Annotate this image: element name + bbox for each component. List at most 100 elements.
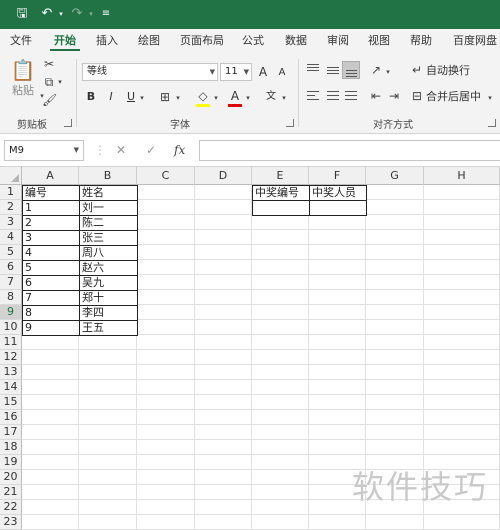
cell-h11[interactable] bbox=[424, 335, 500, 350]
table-cell[interactable]: 赵六 bbox=[79, 260, 138, 276]
cell-h3[interactable] bbox=[424, 215, 500, 230]
border-dropdown-icon[interactable]: ▾ bbox=[174, 91, 182, 105]
cell-c4[interactable] bbox=[137, 230, 195, 245]
cell-c22[interactable] bbox=[137, 500, 195, 515]
cell-d14[interactable] bbox=[195, 380, 252, 395]
cancel-icon[interactable]: ✕ bbox=[116, 143, 126, 157]
table-cell[interactable]: 李四 bbox=[79, 305, 138, 321]
table-cell[interactable]: 王五 bbox=[79, 320, 138, 336]
redo-dropdown-icon[interactable]: ▾ bbox=[86, 5, 96, 23]
shrink-font-button[interactable]: A bbox=[276, 65, 288, 81]
wrap-text-icon[interactable]: ↵ bbox=[410, 63, 424, 77]
font-color-button[interactable]: A bbox=[228, 88, 242, 104]
row-header-22[interactable]: 22 bbox=[0, 500, 22, 515]
cell-e14[interactable] bbox=[252, 380, 309, 395]
font-name-combo[interactable]: 等线 ▼ bbox=[82, 63, 218, 81]
table-cell[interactable]: 陈二 bbox=[79, 215, 138, 231]
cell-d8[interactable] bbox=[195, 290, 252, 305]
column-header-a[interactable]: A bbox=[22, 167, 79, 185]
cell-f8[interactable] bbox=[309, 290, 366, 305]
column-header-d[interactable]: D bbox=[195, 167, 252, 185]
cell-c19[interactable] bbox=[137, 455, 195, 470]
cell-e9[interactable] bbox=[252, 305, 309, 320]
cell-f10[interactable] bbox=[309, 320, 366, 335]
winner-header-cell[interactable]: 中奖人员 bbox=[309, 185, 367, 201]
name-box[interactable]: M9 ▼ bbox=[4, 140, 84, 161]
row-header-2[interactable]: 2 bbox=[0, 200, 22, 215]
cell-h16[interactable] bbox=[424, 410, 500, 425]
row-header-13[interactable]: 13 bbox=[0, 365, 22, 380]
cell-d20[interactable] bbox=[195, 470, 252, 485]
align-center-icon[interactable] bbox=[324, 87, 342, 105]
table-cell[interactable]: 9 bbox=[22, 320, 80, 336]
tab-insert[interactable]: 插入 bbox=[92, 33, 122, 51]
font-color-dropdown-icon[interactable]: ▾ bbox=[244, 91, 252, 105]
column-header-g[interactable]: G bbox=[366, 167, 424, 185]
cell-e23[interactable] bbox=[252, 515, 309, 530]
cell-e18[interactable] bbox=[252, 440, 309, 455]
cell-e7[interactable] bbox=[252, 275, 309, 290]
font-size-combo[interactable]: 11 ▼ bbox=[220, 63, 252, 81]
cell-g1[interactable] bbox=[366, 185, 424, 200]
align-left-icon[interactable] bbox=[304, 87, 322, 105]
cell-e22[interactable] bbox=[252, 500, 309, 515]
cell-c14[interactable] bbox=[137, 380, 195, 395]
fill-color-icon[interactable]: ◇ bbox=[196, 89, 210, 103]
tab-page-layout[interactable]: 页面布局 bbox=[176, 33, 228, 51]
tab-file[interactable]: 文件 bbox=[6, 33, 36, 51]
cell-g12[interactable] bbox=[366, 350, 424, 365]
alignment-launcher-icon[interactable] bbox=[488, 119, 496, 127]
row-header-5[interactable]: 5 bbox=[0, 245, 22, 260]
cell-d23[interactable] bbox=[195, 515, 252, 530]
copy-dropdown-icon[interactable]: ▾ bbox=[56, 75, 64, 89]
cell-f9[interactable] bbox=[309, 305, 366, 320]
table-cell[interactable]: 4 bbox=[22, 245, 80, 261]
cell-b13[interactable] bbox=[79, 365, 137, 380]
cell-c8[interactable] bbox=[137, 290, 195, 305]
cut-icon[interactable]: ✂ bbox=[42, 57, 56, 71]
cell-f6[interactable] bbox=[309, 260, 366, 275]
cell-f15[interactable] bbox=[309, 395, 366, 410]
cell-e6[interactable] bbox=[252, 260, 309, 275]
undo-dropdown-icon[interactable]: ▾ bbox=[56, 5, 66, 23]
tab-help[interactable]: 帮助 bbox=[406, 33, 436, 51]
fill-color-dropdown-icon[interactable]: ▾ bbox=[212, 91, 220, 105]
cell-c17[interactable] bbox=[137, 425, 195, 440]
cell-d2[interactable] bbox=[195, 200, 252, 215]
save-icon[interactable]: 🖫 bbox=[12, 5, 32, 23]
cell-a15[interactable] bbox=[22, 395, 79, 410]
cell-d12[interactable] bbox=[195, 350, 252, 365]
cell-f16[interactable] bbox=[309, 410, 366, 425]
row-header-17[interactable]: 17 bbox=[0, 425, 22, 440]
cell-g2[interactable] bbox=[366, 200, 424, 215]
cell-d13[interactable] bbox=[195, 365, 252, 380]
cell-f3[interactable] bbox=[309, 215, 366, 230]
cell-h5[interactable] bbox=[424, 245, 500, 260]
cell-f23[interactable] bbox=[309, 515, 366, 530]
table-cell[interactable]: 1 bbox=[22, 200, 80, 216]
cell-h17[interactable] bbox=[424, 425, 500, 440]
winner-value-cell[interactable] bbox=[252, 200, 310, 216]
paste-button[interactable]: 粘贴 bbox=[8, 83, 38, 99]
undo-icon[interactable]: ↶ bbox=[38, 5, 56, 23]
cell-d7[interactable] bbox=[195, 275, 252, 290]
cell-h12[interactable] bbox=[424, 350, 500, 365]
cell-c13[interactable] bbox=[137, 365, 195, 380]
copy-icon[interactable]: ⧉ bbox=[42, 75, 56, 89]
table-cell[interactable]: 张三 bbox=[79, 230, 138, 246]
cell-d22[interactable] bbox=[195, 500, 252, 515]
format-painter-icon[interactable]: 🖌 bbox=[42, 93, 57, 107]
cell-b19[interactable] bbox=[79, 455, 137, 470]
cell-b16[interactable] bbox=[79, 410, 137, 425]
cell-d15[interactable] bbox=[195, 395, 252, 410]
cell-e15[interactable] bbox=[252, 395, 309, 410]
cell-e19[interactable] bbox=[252, 455, 309, 470]
cell-f12[interactable] bbox=[309, 350, 366, 365]
cell-e20[interactable] bbox=[252, 470, 309, 485]
tab-review[interactable]: 审阅 bbox=[323, 33, 353, 51]
customize-qat-icon[interactable]: ≡ bbox=[100, 5, 112, 23]
cell-d21[interactable] bbox=[195, 485, 252, 500]
cell-b15[interactable] bbox=[79, 395, 137, 410]
table-cell[interactable]: 5 bbox=[22, 260, 80, 276]
cell-g6[interactable] bbox=[366, 260, 424, 275]
